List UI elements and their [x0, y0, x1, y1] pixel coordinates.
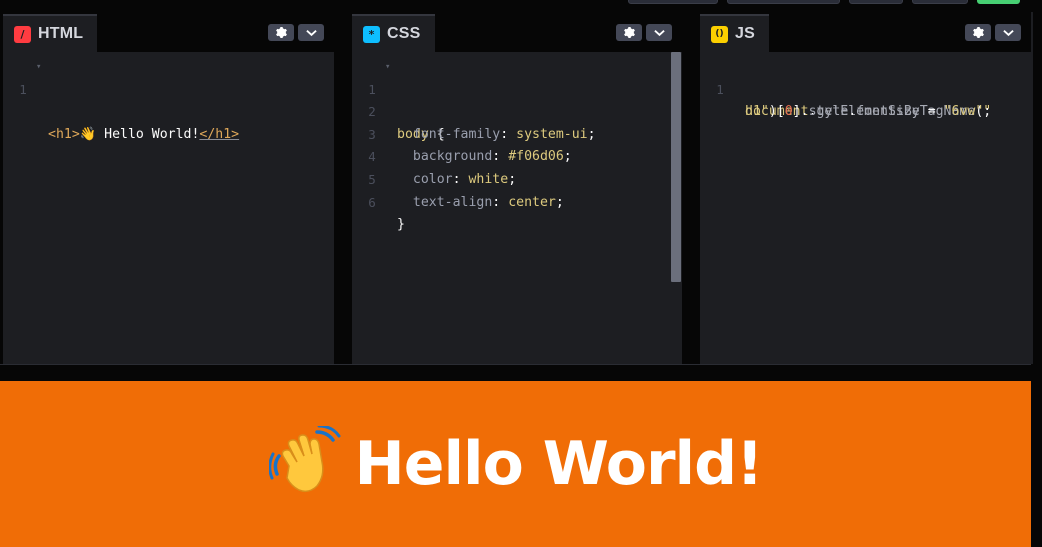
tab-html[interactable]: / HTML [3, 14, 98, 52]
codepen-editor: / HTML 1 ▾ <h1>👋 Hello World!</h1> * CSS… [0, 0, 1042, 547]
code-text: <h1>👋 Hello World!</h1> [48, 124, 239, 147]
preview-heading-text: Hello World! [354, 429, 764, 499]
js-settings-button[interactable] [965, 24, 991, 41]
js-collapse-button[interactable] [995, 24, 1021, 41]
js-editor-pane: () JS 1 document.getElementsByTagName(" … [700, 12, 1031, 364]
tab-js-label: JS [735, 25, 755, 42]
css-scrollbar[interactable] [671, 52, 681, 282]
css-badge-icon: * [363, 25, 380, 43]
gear-icon [972, 27, 984, 38]
html-editor-pane: / HTML 1 ▾ <h1>👋 Hello World!</h1> [3, 12, 334, 364]
css-collapse-button[interactable] [646, 24, 672, 41]
gear-icon [275, 27, 287, 38]
code-line: 1 document.getElementsByTagName(" [700, 56, 1031, 120]
code-line: 2 font-family: system-ui; [352, 79, 682, 142]
code-text: h1")[0].style.fontSize = "6vw"; [745, 104, 992, 120]
resize-handle[interactable] [0, 364, 1031, 381]
tab-html-label: HTML [38, 25, 84, 42]
code-value: "6vw" [943, 104, 984, 120]
js-badge-icon: () [711, 25, 728, 43]
waving-hand-icon [268, 426, 341, 493]
code-text: } [397, 214, 405, 237]
html-pane-buttons [268, 24, 324, 41]
toolbar-button-primary[interactable] [977, 0, 1020, 4]
right-scroll-track [1031, 12, 1033, 364]
gear-icon [623, 27, 635, 38]
css-editor-pane: * CSS 1 ▾ body { 2 font-family: system-u… [352, 12, 682, 364]
code-prop: fontSize [856, 104, 920, 120]
code-line: 3 background: #f06d06; [352, 101, 682, 165]
code-value: center [508, 194, 556, 210]
html-badge-icon: / [14, 25, 31, 43]
js-badge-glyph: () [715, 29, 724, 39]
css-badge-glyph: * [368, 27, 375, 41]
code-string-end: h1" [745, 104, 769, 120]
html-badge-glyph: / [20, 27, 25, 41]
css-settings-button[interactable] [616, 24, 642, 41]
html-pane-header: / HTML [3, 12, 334, 52]
js-pane-header: () JS [700, 12, 1031, 52]
line-number: 1 [19, 81, 27, 97]
html-settings-button[interactable] [268, 24, 294, 41]
result-preview: Hello World! [0, 381, 1031, 547]
toolbar-button[interactable] [849, 0, 903, 4]
code-line: 4 color: white; [352, 124, 682, 187]
tab-js[interactable]: () JS [700, 14, 769, 52]
code-close-tag: </h1> [199, 126, 240, 142]
html-code-area[interactable]: 1 ▾ <h1>👋 Hello World!</h1> [3, 56, 334, 364]
css-pane-buttons [616, 24, 672, 41]
html-collapse-button[interactable] [298, 24, 324, 41]
chevron-down-icon [305, 29, 317, 36]
code-open-tag: <h1> [48, 126, 80, 142]
code-index: 0 [784, 104, 793, 120]
code-emoji: 👋 [79, 126, 97, 142]
toolbar-button[interactable] [628, 0, 718, 4]
toolbar-strip [0, 0, 1042, 12]
chevron-down-icon [653, 29, 665, 36]
code-text-content: Hello World! [96, 126, 200, 142]
css-pane-header: * CSS [352, 12, 682, 52]
toolbar-button[interactable] [912, 0, 968, 4]
code-close-brace: } [397, 217, 405, 233]
tab-css-label: CSS [387, 25, 421, 42]
code-property: text-align [412, 194, 493, 210]
js-code-area[interactable]: 1 document.getElementsByTagName(" h1")[0… [700, 56, 1031, 364]
code-line: 5 text-align: center; [352, 146, 682, 210]
code-line: 6 } [352, 169, 682, 233]
code-line: 1 ▾ <h1>👋 Hello World!</h1> [3, 56, 334, 142]
fold-arrow-icon[interactable]: ▾ [385, 56, 390, 79]
code-style: style [808, 104, 849, 120]
code-text: text-align: center; [412, 194, 564, 210]
code-line: 1 ▾ body { [352, 56, 682, 142]
chevron-down-icon [1002, 29, 1014, 36]
toolbar-button[interactable] [727, 0, 840, 4]
line-number: 6 [368, 194, 376, 210]
fold-arrow-icon[interactable]: ▾ [36, 56, 41, 79]
tab-css[interactable]: * CSS [352, 14, 435, 52]
code-line-wrapped: h1")[0].style.fontSize = "6vw"; [700, 79, 1031, 119]
preview-heading: Hello World! [268, 426, 764, 500]
js-pane-buttons [965, 24, 1021, 41]
css-code-area[interactable]: 1 ▾ body { 2 font-family: system-ui; 3 b… [352, 56, 682, 364]
